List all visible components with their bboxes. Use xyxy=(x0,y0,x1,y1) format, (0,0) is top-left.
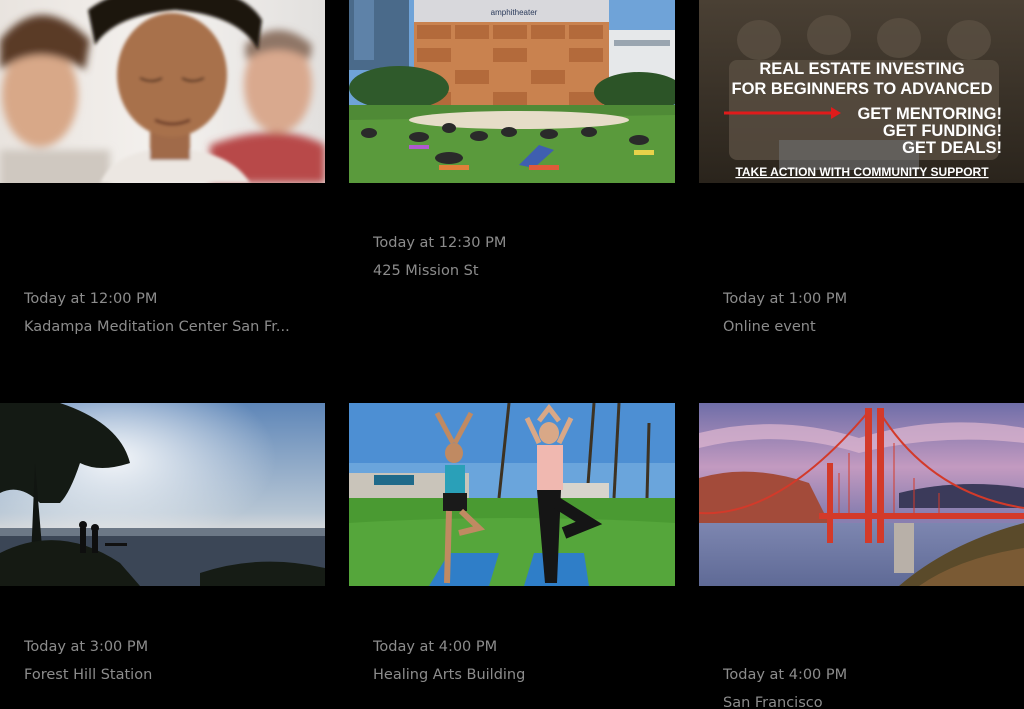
real-estate-ad-image[interactable]: REAL ESTATE INVESTING FOR BEGINNERS TO A… xyxy=(699,0,1024,183)
event-time: Today at 3:00 PM xyxy=(24,639,149,655)
event-time: Today at 12:30 PM xyxy=(373,235,507,251)
event-card-forest-hill[interactable]: Today at 3:00 PM Forest Hill Station xyxy=(0,403,325,709)
event-time: Today at 4:00 PM xyxy=(373,639,498,655)
ad-line-6: TAKE ACTION WITH COMMUNITY SUPPORT xyxy=(735,165,989,179)
event-meta: Today at 12:00 PM Kadampa Meditation Cen… xyxy=(24,285,314,341)
ocean-overlook-photo[interactable] xyxy=(0,403,325,586)
ad-line-4: GET FUNDING! xyxy=(883,122,1002,140)
event-time: Today at 4:00 PM xyxy=(723,667,848,683)
outdoor-yoga-tree-pose-photo[interactable] xyxy=(349,403,675,586)
events-grid: Today at 12:00 PM Kadampa Meditation Cen… xyxy=(0,0,1024,709)
event-meta: Today at 12:30 PM 425 Mission St xyxy=(373,229,663,285)
event-location[interactable]: San Francisco xyxy=(723,689,1013,709)
event-meta: Today at 1:00 PM Online event xyxy=(723,285,1013,341)
event-location[interactable]: Healing Arts Building xyxy=(373,661,663,689)
event-card-amphitheater-yoga[interactable]: amphitheater Today at 12:30 PM 425 Missi… xyxy=(349,0,675,345)
event-card-san-francisco[interactable]: Today at 4:00 PM San Francisco xyxy=(699,403,1024,709)
event-location[interactable]: 425 Mission St xyxy=(373,257,663,285)
event-time: Today at 12:00 PM xyxy=(24,291,158,307)
ad-line-1: REAL ESTATE INVESTING xyxy=(759,60,964,78)
event-card-healing-arts[interactable]: Today at 4:00 PM Healing Arts Building xyxy=(349,403,675,709)
event-location[interactable]: Kadampa Meditation Center San Fr... xyxy=(24,313,314,341)
event-location[interactable]: Forest Hill Station xyxy=(24,661,314,689)
meditation-photo[interactable] xyxy=(0,0,325,183)
golden-gate-bridge-photo[interactable] xyxy=(699,403,1024,586)
ad-line-5: GET DEALS! xyxy=(902,139,1002,157)
amphitheater-sign: amphitheater xyxy=(491,8,538,17)
event-meta: Today at 3:00 PM Forest Hill Station xyxy=(24,633,314,689)
event-meta: Today at 4:00 PM Healing Arts Building xyxy=(373,633,663,689)
ad-line-3: GET MENTORING! xyxy=(857,105,1002,123)
event-card-real-estate[interactable]: REAL ESTATE INVESTING FOR BEGINNERS TO A… xyxy=(699,0,1024,345)
amphitheater-yoga-photo[interactable]: amphitheater xyxy=(349,0,675,183)
event-meta: Today at 4:00 PM San Francisco xyxy=(723,661,1013,709)
ad-line-2: FOR BEGINNERS TO ADVANCED xyxy=(732,80,993,98)
event-time: Today at 1:00 PM xyxy=(723,291,848,307)
event-location[interactable]: Online event xyxy=(723,313,1013,341)
event-card-meditation[interactable]: Today at 12:00 PM Kadampa Meditation Cen… xyxy=(0,0,325,345)
